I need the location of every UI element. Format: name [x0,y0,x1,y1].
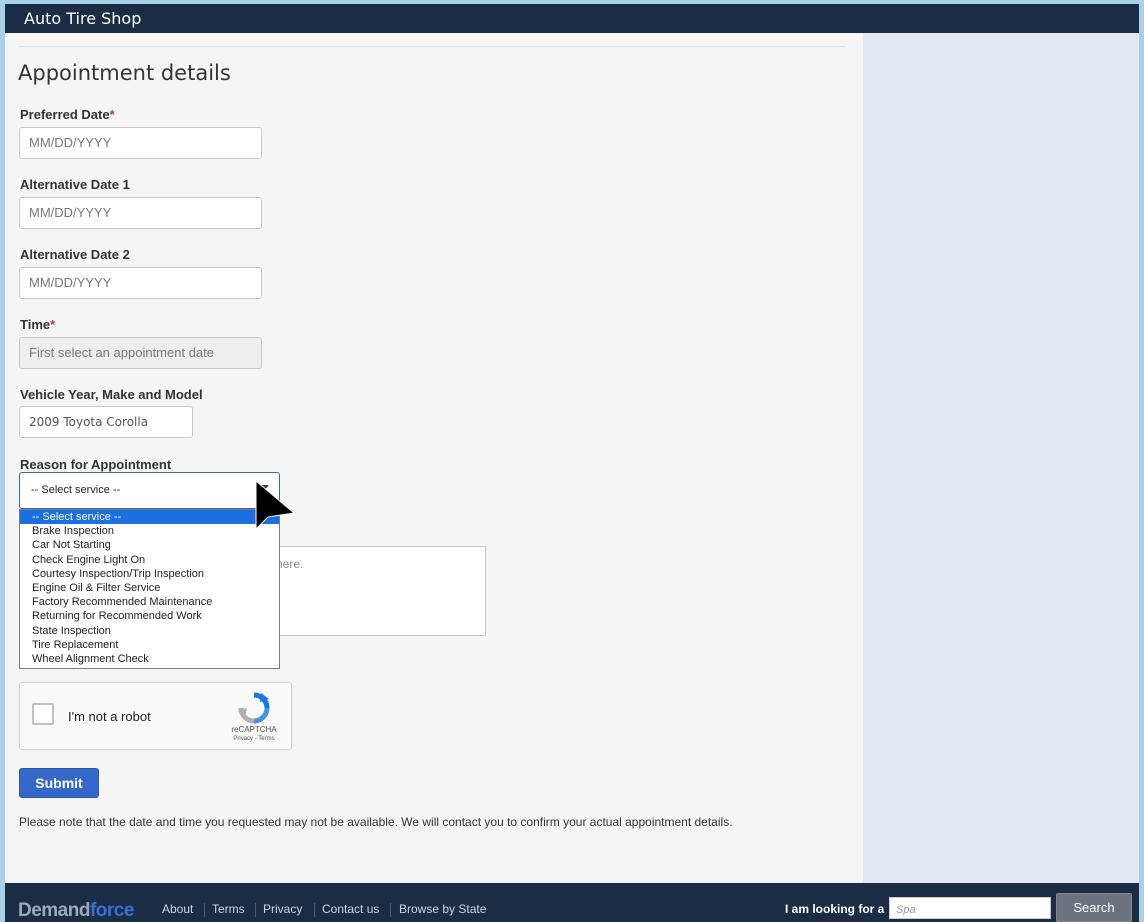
footer-separator [255,903,256,917]
comments-placeholder: here. [276,557,304,571]
option-tire-replacement[interactable]: Tire Replacement [20,638,279,652]
option-check-engine-light[interactable]: Check Engine Light On [20,553,279,567]
alt-date-1-label: Alternative Date 1 [20,177,130,192]
vehicle-label: Vehicle Year, Make and Model [20,387,203,402]
option-brake-inspection[interactable]: Brake Inspection [20,524,279,538]
footer-separator [390,903,391,917]
app-title: Auto Tire Shop [24,9,142,28]
reason-select[interactable]: -- Select service -- [19,472,280,509]
recaptcha-brand: reCAPTCHA [231,725,277,734]
preferred-date-input[interactable]: MM/DD/YYYY [19,127,262,159]
recaptcha-icon [238,692,270,724]
option-returning-recommended[interactable]: Returning for Recommended Work [20,609,279,623]
option-select-service[interactable]: -- Select service -- [20,510,279,525]
time-select[interactable]: First select an appointment date [19,337,262,369]
footer-link-terms[interactable]: Terms [212,902,245,916]
availability-note: Please note that the date and time you r… [19,815,733,829]
mouse-cursor-icon [255,479,296,531]
top-bar: Auto Tire Shop [5,4,1139,33]
footer-link-privacy[interactable]: Privacy [263,902,302,916]
alt-date-2-label: Alternative Date 2 [20,247,130,262]
preferred-date-label: Preferred Date* [20,107,115,122]
footer: Demandforce About Terms Privacy Contact … [5,883,1139,922]
footer-link-contact[interactable]: Contact us [322,902,379,916]
option-car-not-starting[interactable]: Car Not Starting [20,538,279,552]
required-mark: * [50,317,56,332]
time-label: Time* [20,317,56,332]
search-input[interactable]: Spa [889,897,1051,919]
alt-date-2-input[interactable]: MM/DD/YYYY [19,267,262,299]
footer-separator [204,903,205,917]
vehicle-input[interactable]: 2009 Toyota Corolla [19,406,193,438]
search-button[interactable]: Search [1056,893,1132,922]
footer-link-browse-state[interactable]: Browse by State [399,902,486,916]
option-engine-oil-filter[interactable]: Engine Oil & Filter Service [20,581,279,595]
reason-label: Reason for Appointment [20,457,172,472]
recaptcha-widget: I'm not a robot reCAPTCHA Privacy - Term… [19,682,292,750]
reason-dropdown-list[interactable]: -- Select service -- Brake Inspection Ca… [19,509,280,669]
comments-textarea[interactable]: here. [265,546,486,636]
divider [19,46,845,47]
search-label: I am looking for a [785,902,885,916]
recaptcha-text: I'm not a robot [68,709,151,724]
page-title: Appointment details [18,61,231,85]
recaptcha-links[interactable]: Privacy - Terms [218,736,290,742]
alt-date-1-input[interactable]: MM/DD/YYYY [19,197,262,229]
submit-button[interactable]: Submit [19,768,99,798]
option-courtesy-inspection[interactable]: Courtesy Inspection/Trip Inspection [20,567,279,581]
footer-link-about[interactable]: About [162,902,193,916]
option-factory-maintenance[interactable]: Factory Recommended Maintenance [20,595,279,609]
demandforce-logo[interactable]: Demandforce [18,900,134,922]
option-state-inspection[interactable]: State Inspection [20,624,279,638]
required-mark: * [109,107,115,122]
reason-selected-value: -- Select service -- [31,484,121,496]
appointment-form-area: Appointment details Preferred Date* MM/D… [5,33,863,883]
recaptcha-checkbox[interactable] [32,703,54,725]
browser-page: Auto Tire Shop Appointment details Prefe… [5,4,1139,922]
option-wheel-alignment[interactable]: Wheel Alignment Check [20,652,279,666]
footer-separator [314,903,315,917]
